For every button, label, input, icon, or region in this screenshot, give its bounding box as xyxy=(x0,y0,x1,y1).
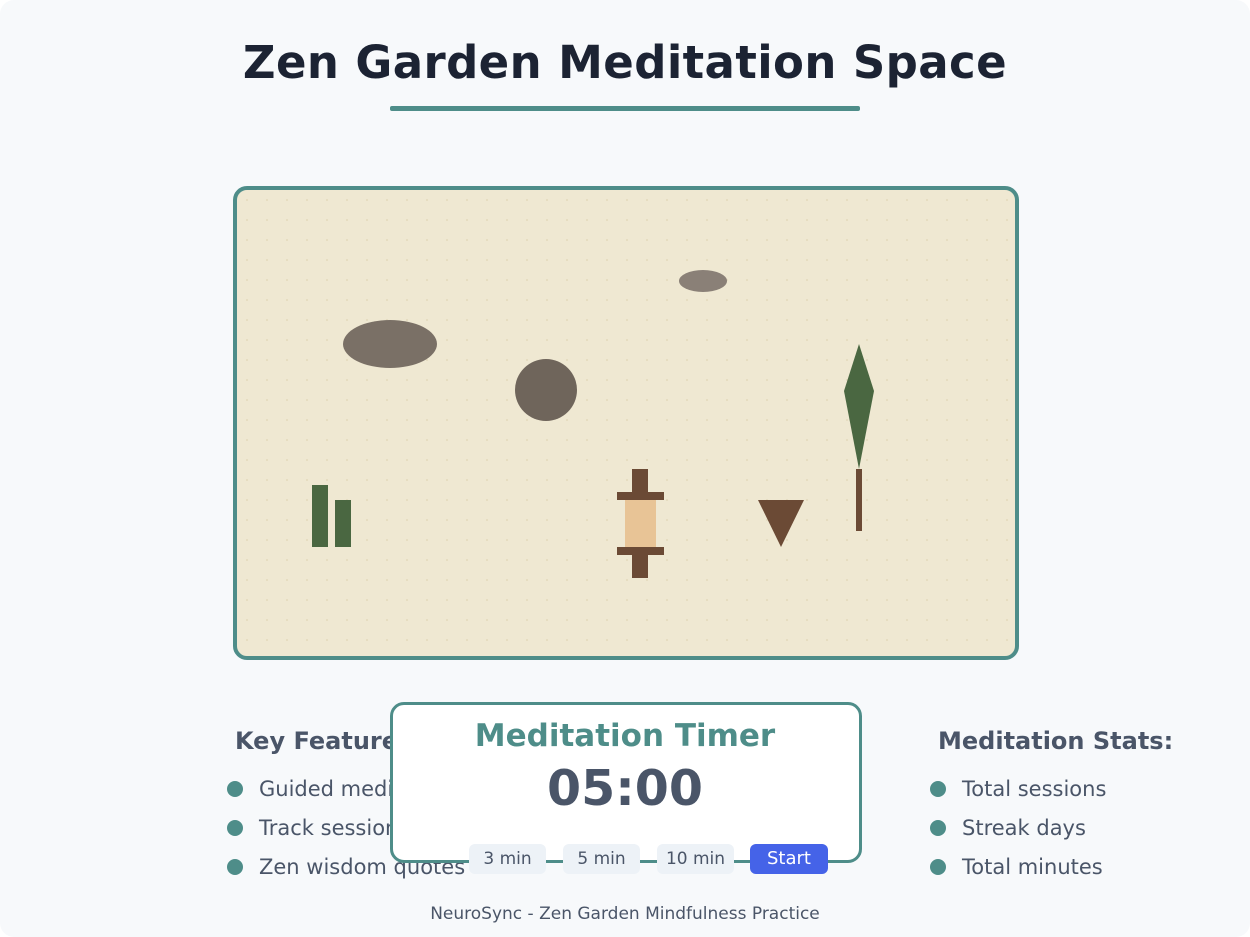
bullet-dot-icon xyxy=(930,781,946,797)
stat-item-label: Total sessions xyxy=(962,777,1107,801)
bullet-dot-icon xyxy=(227,859,243,875)
garden-svg xyxy=(312,270,874,578)
bullet-dot-icon xyxy=(930,859,946,875)
start-button[interactable]: Start xyxy=(750,844,828,874)
feature-item-label: Track sessions xyxy=(259,816,410,840)
page: Zen Garden Meditation Space Key Features… xyxy=(0,0,1250,937)
large-flat-stone-icon[interactable] xyxy=(343,320,437,368)
preset-3-min-button[interactable]: 3 min xyxy=(469,844,546,874)
bullet-dot-icon xyxy=(227,820,243,836)
preset-10-min-button[interactable]: 10 min xyxy=(657,844,734,874)
triangle-marker-icon[interactable] xyxy=(758,500,804,547)
cypress-tree-icon[interactable] xyxy=(844,344,874,531)
stats-heading: Meditation Stats: xyxy=(938,727,1174,755)
zen-garden-canvas[interactable] xyxy=(233,186,1019,660)
preset-5-min-button[interactable]: 5 min xyxy=(563,844,640,874)
stat-item-label: Streak days xyxy=(962,816,1086,840)
title-underline xyxy=(390,106,860,111)
small-flat-stone-icon[interactable] xyxy=(679,270,727,292)
stat-item-label: Total minutes xyxy=(962,855,1103,879)
page-title: Zen Garden Meditation Space xyxy=(242,36,1008,89)
footer-text: NeuroSync - Zen Garden Mindfulness Pract… xyxy=(430,904,820,924)
round-stone-icon[interactable] xyxy=(515,359,577,421)
bullet-dot-icon xyxy=(930,820,946,836)
stone-lantern-icon[interactable] xyxy=(617,469,664,578)
bamboo-stalks-icon[interactable] xyxy=(312,485,351,547)
